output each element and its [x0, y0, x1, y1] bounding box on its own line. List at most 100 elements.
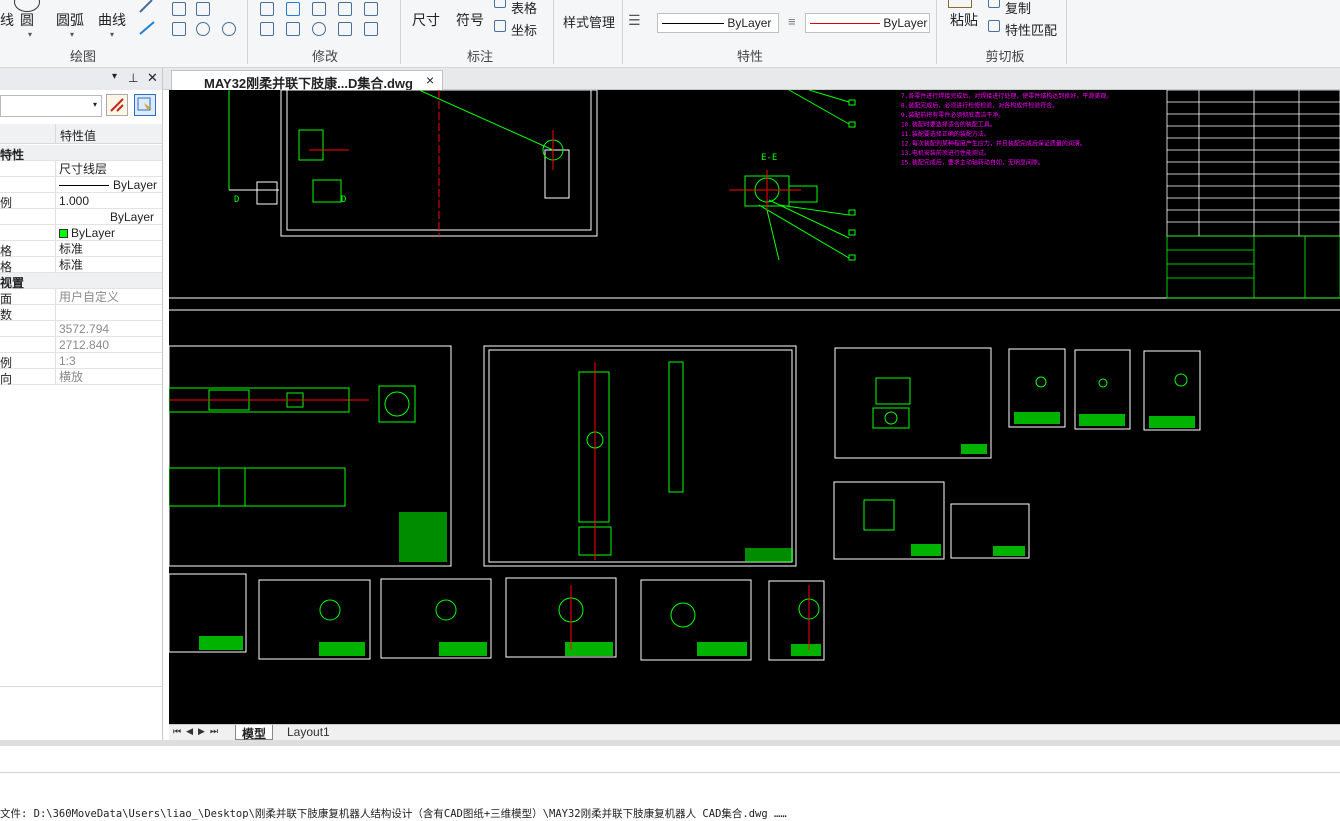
group-label-properties: 特性 [736, 49, 763, 64]
note-line: 12.每次装配到某种程度产生应力，并且装配完成后保证质量的润滑。 [901, 140, 1086, 148]
close-tab-icon[interactable]: × [426, 72, 434, 88]
property-row[interactable]: 例 1:3 [0, 353, 162, 369]
hatch-icon[interactable] [196, 2, 210, 16]
dimension-button[interactable]: 尺寸 [412, 10, 440, 30]
property-value[interactable]: ByLayer [55, 177, 162, 193]
note-line: 8.装配完成后，必须进行检修检验，对各构成件检验符合。 [901, 102, 1058, 110]
chevron-down-icon: ▾ [92, 100, 97, 109]
tab-nav-arrows[interactable]: ⏮◀▶⏭ [173, 726, 223, 737]
symbol-button[interactable]: 符号 [456, 10, 484, 30]
property-row[interactable]: 3572.794 [0, 321, 162, 337]
property-value-text: ByLayer [109, 210, 154, 224]
property-value[interactable]: 标准 [55, 241, 162, 257]
property-value[interactable]: 1.000 [55, 193, 162, 209]
layout-tab-bar: ⏮◀▶⏭ 模型 Layout1 [169, 724, 1340, 741]
property-row[interactable]: 向 横放 [0, 369, 162, 385]
property-name: 例 [0, 196, 13, 209]
property-value[interactable]: ByLayer [55, 225, 162, 241]
property-row[interactable]: 2712.840 [0, 337, 162, 353]
property-row[interactable]: 例 1.000 [0, 193, 162, 209]
property-value[interactable]: 1:3 [55, 353, 162, 369]
property-table-header: 特性值 [0, 124, 162, 144]
property-value[interactable]: ByLayer [55, 209, 162, 225]
table-icon [494, 0, 506, 8]
copy-object-icon[interactable] [286, 2, 300, 16]
property-value-text: 标准 [59, 258, 84, 272]
property-name: 向 [0, 372, 13, 385]
property-value[interactable]: 尺寸线层 [55, 161, 162, 177]
property-value[interactable]: 3572.794 [55, 321, 162, 337]
scale-icon[interactable] [286, 22, 300, 36]
property-value[interactable]: 用户自定义 [55, 289, 162, 305]
view-label-d: D [234, 195, 239, 205]
note-line: 13.电机安装前须进行性能测试。 [901, 149, 990, 157]
property-value[interactable]: 横放 [55, 369, 162, 385]
group-label-annotate: 标注 [466, 49, 493, 64]
property-value[interactable]: 2712.840 [55, 337, 162, 353]
stretch-icon[interactable] [260, 22, 274, 36]
drawing-canvas[interactable]: E-E D D 7.各零件进行焊接完成后，对焊接进行处理，使零件结构达到良好，平… [169, 90, 1340, 724]
move-icon[interactable] [260, 2, 274, 16]
trim-icon[interactable] [338, 22, 352, 36]
note-line: 10.装配时要选择适合的装配工具。 [901, 121, 996, 129]
tab-layout1[interactable]: Layout1 [281, 725, 336, 740]
pencil-icon[interactable] [134, 0, 164, 40]
property-value[interactable]: 标准 [55, 257, 162, 273]
tab-model[interactable]: 模型 [235, 725, 274, 741]
property-category[interactable]: 视置 [0, 273, 162, 289]
property-value-text: 3572.794 [59, 322, 110, 336]
cloud-icon[interactable] [196, 22, 210, 36]
polygon-icon[interactable] [172, 2, 186, 16]
title-block [1166, 90, 1340, 237]
property-row[interactable]: ByLayer [0, 225, 162, 241]
match-properties-button[interactable]: 特性匹配 [1005, 20, 1057, 39]
object-type-dropdown[interactable]: ▾ [0, 95, 102, 117]
property-name: 格 [0, 260, 13, 273]
property-name [0, 162, 54, 177]
pin-icon[interactable]: ⊥ [128, 71, 138, 85]
table-button[interactable]: 表格 [511, 0, 537, 17]
offset-icon[interactable] [338, 2, 352, 16]
property-category[interactable]: 特性 [0, 145, 162, 161]
boundary-icon[interactable] [222, 22, 236, 36]
select-objects-button[interactable] [134, 94, 156, 116]
property-row[interactable]: 尺寸线层 [0, 161, 162, 177]
linetype-dropdown[interactable]: ByLayer ▾ [657, 13, 779, 33]
property-name [0, 226, 54, 241]
property-row[interactable]: 格 标准 [0, 257, 162, 273]
lineweight-dropdown[interactable]: ByLayer ▾ [805, 13, 930, 33]
property-row[interactable]: 数 [0, 305, 162, 321]
bracket-part [298, 129, 324, 161]
palette-menu-icon[interactable]: ▾ [112, 71, 117, 82]
mirror-icon[interactable] [312, 2, 326, 16]
copy-button[interactable]: 复制 [1005, 0, 1031, 17]
document-tab[interactable]: MAY32刚柔并联下肢康...D集合.dwg × [171, 70, 443, 91]
layer-list-icon[interactable]: ☰ [628, 12, 641, 29]
property-row[interactable]: 格 标准 [0, 241, 162, 257]
property-value-text: 用户自定义 [59, 290, 120, 304]
document-tab-bar: MAY32刚柔并联下肢康...D集合.dwg × [163, 68, 1340, 91]
property-row[interactable]: 面 用户自定义 [0, 289, 162, 305]
properties-palette: ▾ ⊥ ✕ ▾ 特性值 特性 尺寸线层 ByLayer 例 1.000 ByLayer By… [0, 68, 163, 740]
chevron-down-icon[interactable]: ▾ [110, 30, 114, 39]
property-row[interactable]: ByLayer [0, 177, 162, 193]
paste-button[interactable]: 粘贴 [950, 10, 978, 30]
curve-button[interactable]: 曲线 [98, 10, 126, 30]
style-manager-button[interactable]: 样式管理 [563, 12, 615, 31]
circle-button[interactable]: 圆 [20, 10, 34, 30]
close-icon[interactable]: ✕ [147, 70, 158, 86]
arc-button[interactable]: 圆弧 [56, 10, 84, 30]
section-label: E-E [761, 153, 777, 163]
coordinate-button[interactable]: 坐标 [511, 20, 537, 39]
region-icon[interactable] [172, 22, 186, 36]
line-button-partial[interactable]: 线 [0, 10, 14, 30]
property-row[interactable]: ByLayer [0, 209, 162, 225]
toggle-pickadd-button[interactable] [106, 94, 128, 116]
property-name: 特性 [0, 148, 25, 161]
array-icon[interactable] [364, 2, 378, 16]
property-value[interactable] [55, 305, 162, 321]
explode-icon[interactable] [364, 22, 378, 36]
chevron-down-icon[interactable]: ▾ [70, 30, 74, 39]
chevron-down-icon[interactable]: ▾ [28, 30, 32, 39]
rotate-icon[interactable] [312, 22, 326, 36]
